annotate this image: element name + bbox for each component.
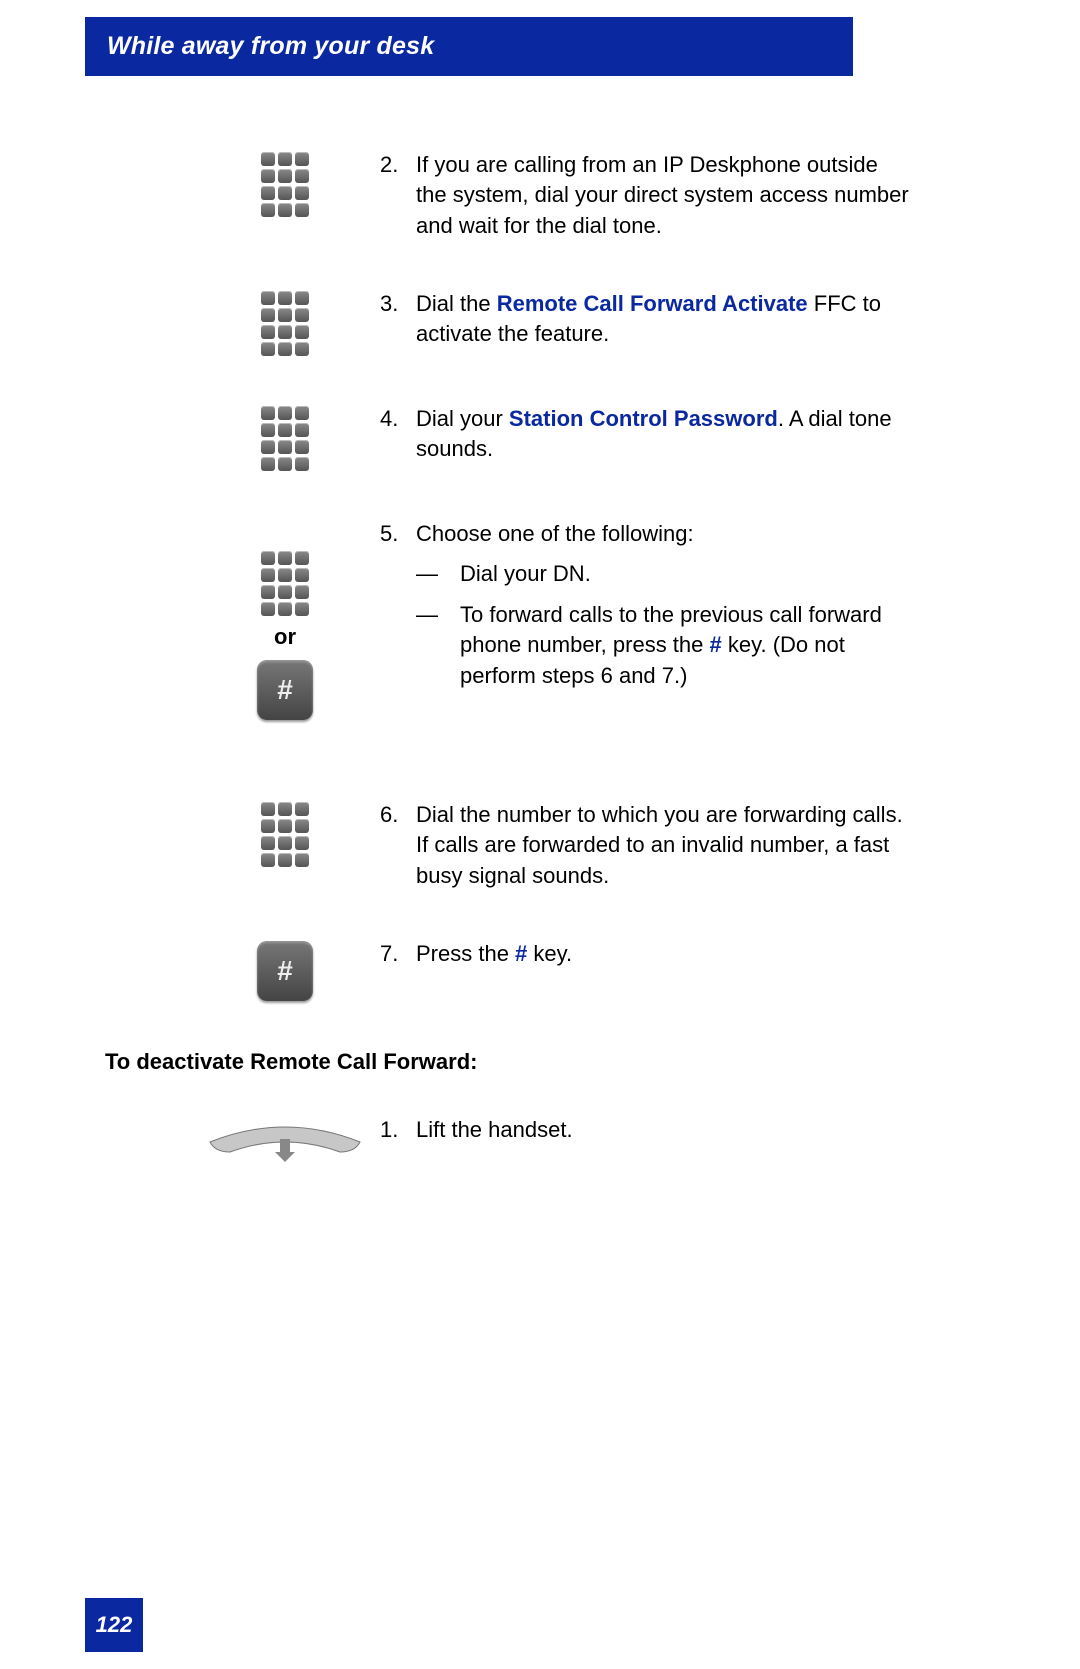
hash-glyph: # [277, 955, 293, 987]
keypad-icon [261, 406, 309, 471]
deactivate-step-1-number: 1. [380, 1115, 416, 1145]
keypad-icon [261, 802, 309, 867]
lift-handset-icon [200, 1117, 370, 1172]
step-6-body: Dial the number to which you are forward… [416, 800, 910, 891]
step-7-pre: Press the [416, 941, 515, 966]
step-6-number: 6. [380, 800, 416, 891]
step-7-icon-col: # [190, 939, 380, 1001]
keypad-icon [261, 551, 309, 616]
or-label: or [274, 624, 296, 650]
deactivate-step-1-icon-col [190, 1115, 380, 1172]
dash-icon: — [416, 600, 460, 691]
step-6-text: 6. Dial the number to which you are forw… [380, 800, 910, 891]
step-5-intro: Choose one of the following: [416, 519, 910, 549]
deactivate-step-1-row: 1. Lift the handset. [190, 1115, 910, 1172]
step-2-text: 2. If you are calling from an IP Deskpho… [380, 150, 910, 241]
hash-key-icon: # [257, 660, 313, 720]
page: While away from your desk 2. If you are … [0, 0, 1080, 1669]
step-4-number: 4. [380, 404, 416, 465]
step-3-body: Dial the Remote Call Forward Activate FF… [416, 289, 910, 350]
header-title: While away from your desk [107, 32, 434, 61]
step-4-text: 4. Dial your Station Control Password. A… [380, 404, 910, 465]
content: 2. If you are calling from an IP Deskpho… [190, 150, 910, 1220]
keypad-icon [261, 291, 309, 356]
step-5-icon-col: or # [190, 519, 380, 720]
deactivate-step-1-text: 1. Lift the handset. [380, 1115, 910, 1145]
step-5-option-2: — To forward calls to the previous call … [416, 600, 910, 691]
step-6-row: 6. Dial the number to which you are forw… [190, 800, 910, 891]
step-4-body: Dial your Station Control Password. A di… [416, 404, 910, 465]
step-4-pre: Dial your [416, 406, 509, 431]
step-5-number: 5. [380, 519, 416, 691]
step-2-row: 2. If you are calling from an IP Deskpho… [190, 150, 910, 241]
step-3-text: 3. Dial the Remote Call Forward Activate… [380, 289, 910, 350]
step-5-row: or # 5. Choose one of the following: — D… [190, 519, 910, 720]
step-5-opt1-text: Dial your DN. [460, 559, 591, 589]
step-2-body: If you are calling from an IP Deskphone … [416, 150, 910, 241]
page-number: 122 [85, 1598, 143, 1652]
step-5-opt2-link: # [710, 632, 722, 657]
keypad-icon [261, 152, 309, 217]
deactivate-step-1-body: Lift the handset. [416, 1115, 910, 1145]
step-7-row: # 7. Press the # key. [190, 939, 910, 1001]
step-3-icon-col [190, 289, 380, 356]
step-7-number: 7. [380, 939, 416, 969]
page-number-value: 122 [96, 1612, 133, 1638]
hash-key-icon: # [257, 941, 313, 1001]
step-7-text: 7. Press the # key. [380, 939, 910, 969]
step-4-row: 4. Dial your Station Control Password. A… [190, 404, 910, 471]
step-5-body: Choose one of the following: — Dial your… [416, 519, 910, 691]
step-7-link: # [515, 941, 527, 966]
step-3-pre: Dial the [416, 291, 497, 316]
step-7-post: key. [527, 941, 572, 966]
step-5-opt2-text: To forward calls to the previous call fo… [460, 600, 910, 691]
step-2-icon-col [190, 150, 380, 217]
step-4-icon-col [190, 404, 380, 471]
step-3-number: 3. [380, 289, 416, 350]
deactivate-heading: To deactivate Remote Call Forward: [105, 1049, 910, 1075]
step-3-link: Remote Call Forward Activate [497, 291, 808, 316]
step-5-text: 5. Choose one of the following: — Dial y… [380, 519, 910, 691]
step-4-link: Station Control Password [509, 406, 778, 431]
step-7-body: Press the # key. [416, 939, 910, 969]
step-6-icon-col [190, 800, 380, 867]
step-5-option-1: — Dial your DN. [416, 559, 910, 589]
dash-icon: — [416, 559, 460, 589]
hash-glyph: # [277, 674, 293, 706]
step-3-row: 3. Dial the Remote Call Forward Activate… [190, 289, 910, 356]
step-2-number: 2. [380, 150, 416, 241]
header-bar: While away from your desk [85, 17, 853, 76]
